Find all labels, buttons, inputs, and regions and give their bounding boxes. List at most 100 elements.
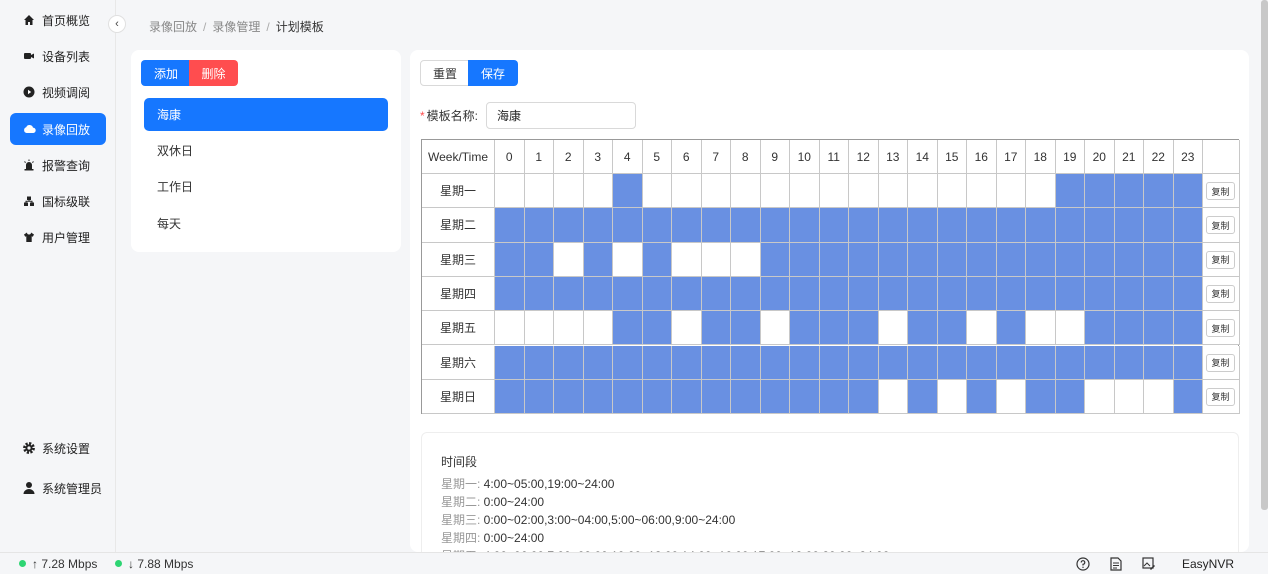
document-icon[interactable]: [1108, 556, 1124, 572]
time-slot-cell[interactable]: [1085, 345, 1115, 380]
time-slot-cell[interactable]: [583, 174, 613, 209]
time-slot-cell[interactable]: [554, 379, 584, 415]
time-slot-cell[interactable]: [731, 174, 761, 209]
nav-item-cascade[interactable]: 国标级联: [10, 185, 106, 217]
time-slot-cell[interactable]: [672, 311, 702, 346]
time-slot-cell[interactable]: [1055, 208, 1085, 243]
time-slot-cell[interactable]: [1173, 242, 1203, 277]
time-slot-cell[interactable]: [819, 276, 849, 312]
time-slot-cell[interactable]: [937, 379, 967, 415]
time-slot-cell[interactable]: [701, 276, 731, 312]
time-slot-cell[interactable]: [731, 311, 761, 346]
nav-item-admin[interactable]: 系统管理员: [10, 472, 106, 504]
time-slot-cell[interactable]: [1055, 311, 1085, 346]
time-slot-cell[interactable]: [1114, 208, 1144, 243]
time-slot-cell[interactable]: [908, 242, 938, 277]
time-slot-cell[interactable]: [908, 276, 938, 312]
time-slot-cell[interactable]: [1085, 311, 1115, 346]
time-slot-cell[interactable]: [1173, 208, 1203, 243]
image-edit-icon[interactable]: [1141, 556, 1157, 572]
time-slot-cell[interactable]: [1114, 174, 1144, 209]
time-slot-cell[interactable]: [642, 311, 672, 346]
time-slot-cell[interactable]: [849, 379, 879, 415]
template-item[interactable]: 工作日: [144, 170, 388, 203]
time-slot-cell[interactable]: [760, 276, 790, 312]
time-slot-cell[interactable]: [996, 242, 1026, 277]
time-slot-cell[interactable]: [524, 276, 554, 312]
time-slot-cell[interactable]: [760, 174, 790, 209]
time-slot-cell[interactable]: [701, 311, 731, 346]
time-slot-cell[interactable]: [1144, 208, 1174, 243]
time-slot-cell[interactable]: [1173, 379, 1203, 415]
time-slot-cell[interactable]: [642, 276, 672, 312]
time-slot-cell[interactable]: [849, 174, 879, 209]
time-slot-cell[interactable]: [731, 208, 761, 243]
time-slot-cell[interactable]: [878, 276, 908, 312]
time-slot-cell[interactable]: [1026, 174, 1056, 209]
time-slot-cell[interactable]: [937, 208, 967, 243]
time-slot-cell[interactable]: [878, 311, 908, 346]
time-slot-cell[interactable]: [878, 379, 908, 415]
time-slot-cell[interactable]: [878, 242, 908, 277]
time-slot-cell[interactable]: [996, 345, 1026, 380]
time-slot-cell[interactable]: [731, 379, 761, 415]
time-slot-cell[interactable]: [583, 242, 613, 277]
time-slot-cell[interactable]: [1173, 345, 1203, 380]
time-slot-cell[interactable]: [1085, 208, 1115, 243]
nav-item-alarm[interactable]: 报警查询: [10, 149, 106, 181]
time-slot-cell[interactable]: [849, 311, 879, 346]
time-slot-cell[interactable]: [760, 242, 790, 277]
time-slot-cell[interactable]: [731, 345, 761, 380]
time-slot-cell[interactable]: [937, 345, 967, 380]
time-slot-cell[interactable]: [524, 379, 554, 415]
time-slot-cell[interactable]: [613, 345, 643, 380]
time-slot-cell[interactable]: [760, 379, 790, 415]
nav-item-users[interactable]: 用户管理: [10, 221, 106, 253]
time-slot-cell[interactable]: [937, 311, 967, 346]
copy-button[interactable]: 复制: [1206, 387, 1235, 406]
time-slot-cell[interactable]: [760, 311, 790, 346]
time-slot-cell[interactable]: [908, 345, 938, 380]
time-slot-cell[interactable]: [613, 242, 643, 277]
time-slot-cell[interactable]: [908, 379, 938, 415]
time-slot-cell[interactable]: [672, 208, 702, 243]
time-slot-cell[interactable]: [554, 311, 584, 346]
time-slot-cell[interactable]: [1114, 242, 1144, 277]
time-slot-cell[interactable]: [1055, 345, 1085, 380]
time-slot-cell[interactable]: [701, 208, 731, 243]
time-slot-cell[interactable]: [1173, 174, 1203, 209]
time-slot-cell[interactable]: [642, 208, 672, 243]
time-slot-cell[interactable]: [672, 379, 702, 415]
time-slot-cell[interactable]: [1055, 242, 1085, 277]
time-slot-cell[interactable]: [819, 208, 849, 243]
time-slot-cell[interactable]: [819, 345, 849, 380]
time-slot-cell[interactable]: [1144, 276, 1174, 312]
nav-item-playback[interactable]: 录像回放: [10, 113, 106, 145]
time-slot-cell[interactable]: [760, 345, 790, 380]
time-slot-cell[interactable]: [967, 379, 997, 415]
time-slot-cell[interactable]: [908, 311, 938, 346]
time-slot-cell[interactable]: [967, 311, 997, 346]
time-slot-cell[interactable]: [908, 208, 938, 243]
time-slot-cell[interactable]: [937, 242, 967, 277]
nav-item-devices[interactable]: 设备列表: [10, 40, 106, 72]
help-icon[interactable]: [1075, 556, 1091, 572]
time-slot-cell[interactable]: [642, 345, 672, 380]
time-slot-cell[interactable]: [701, 174, 731, 209]
time-slot-cell[interactable]: [1026, 242, 1056, 277]
time-slot-cell[interactable]: [701, 242, 731, 277]
time-slot-cell[interactable]: [524, 345, 554, 380]
time-slot-cell[interactable]: [642, 174, 672, 209]
time-slot-cell[interactable]: [524, 208, 554, 243]
time-slot-cell[interactable]: [583, 345, 613, 380]
page-scrollbar[interactable]: [1261, 0, 1268, 510]
time-slot-cell[interactable]: [967, 345, 997, 380]
time-slot-cell[interactable]: [819, 311, 849, 346]
time-slot-cell[interactable]: [1085, 174, 1115, 209]
time-slot-cell[interactable]: [524, 174, 554, 209]
template-item[interactable]: 海康: [144, 98, 388, 131]
time-slot-cell[interactable]: [495, 208, 525, 243]
time-slot-cell[interactable]: [790, 208, 820, 243]
time-slot-cell[interactable]: [495, 379, 525, 415]
time-slot-cell[interactable]: [819, 174, 849, 209]
